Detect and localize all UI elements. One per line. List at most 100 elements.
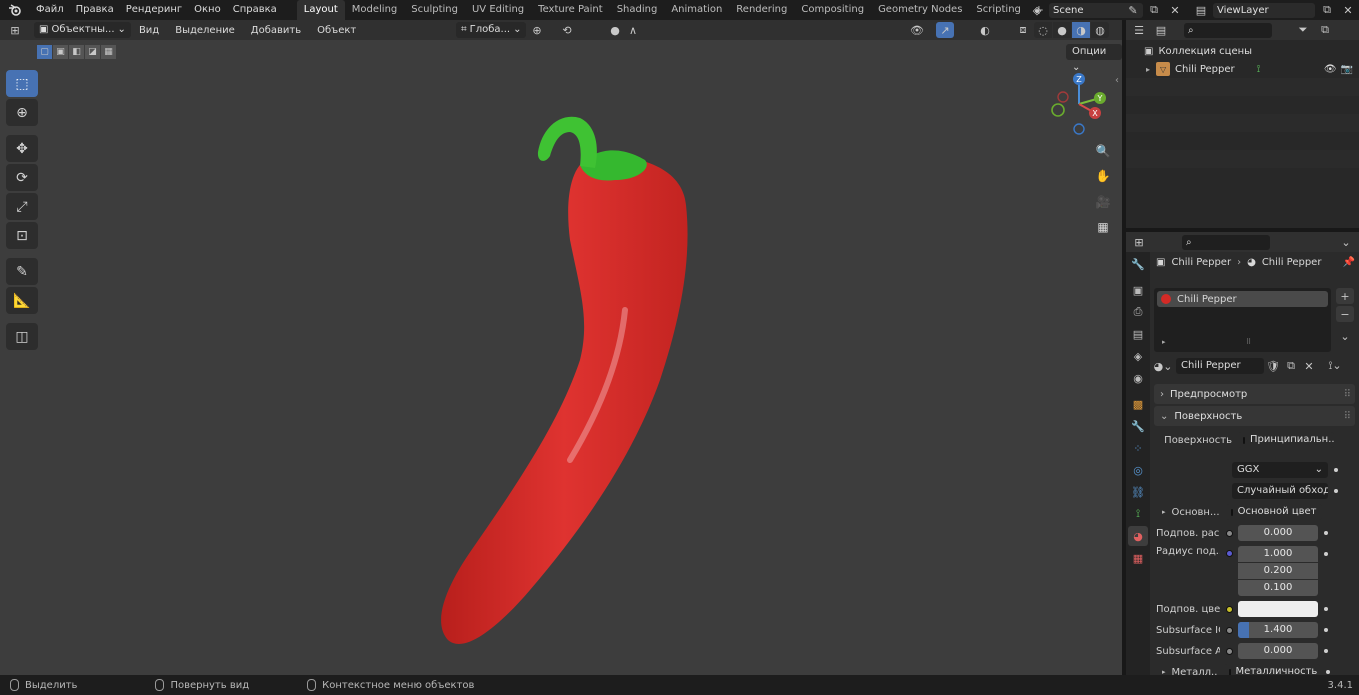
vector-socket-icon[interactable] (1226, 550, 1233, 557)
fake-user-icon[interactable]: 🛡 (1264, 358, 1282, 374)
expand-arrow-icon[interactable]: ▸ (1146, 65, 1150, 74)
scene-icon[interactable]: ◈ (1028, 2, 1046, 18)
material-tab-icon[interactable]: ◕ (1128, 526, 1148, 546)
drag-handle-icon[interactable]: ⠿ (1344, 411, 1351, 422)
cursor-icon[interactable]: ⊕ (6, 99, 38, 126)
tab-uv-editing[interactable]: UV Editing (465, 0, 531, 20)
pivot-icon[interactable]: ⊕ (528, 22, 546, 38)
value-socket-icon[interactable] (1226, 626, 1233, 634)
sidebar-toggle-icon[interactable]: ‹ (1115, 75, 1119, 86)
remove-slot-button[interactable]: − (1336, 306, 1354, 322)
filter-icon[interactable]: ⏷ (1294, 22, 1312, 38)
value-socket-icon[interactable] (1226, 529, 1233, 537)
falloff-icon[interactable]: ∧ (624, 22, 642, 38)
particles-tab-icon[interactable]: ⁘ (1128, 438, 1148, 458)
grid-ortho-icon[interactable]: ▦ (1092, 216, 1114, 238)
drag-handle-icon[interactable]: ⠿ (1344, 389, 1351, 400)
expand-arrow-icon[interactable]: ▸ (1162, 508, 1166, 516)
menu-help[interactable]: Справка (227, 0, 283, 20)
menu-edit[interactable]: Правка (70, 0, 120, 20)
chili-pepper-object[interactable] (420, 90, 710, 660)
pin-icon[interactable]: ✎ (1124, 2, 1142, 18)
rotate-icon[interactable]: ⟳ (6, 164, 38, 191)
outliner-search-input[interactable]: ⌕ (1184, 22, 1272, 38)
tab-texture-paint[interactable]: Texture Paint (531, 0, 610, 20)
gizmo-neg-x[interactable] (1057, 91, 1069, 103)
scene-tab-icon[interactable]: ◈ (1128, 346, 1148, 366)
gizmo-toggle-icon[interactable]: ↗ (936, 22, 954, 38)
menu-window[interactable]: Окно (188, 0, 227, 20)
editor-type-icon[interactable]: ⊞ (6, 22, 24, 38)
select-invert-icon[interactable]: ◪ (85, 45, 100, 59)
blender-logo-icon[interactable] (0, 0, 30, 20)
tab-compositing[interactable]: Compositing (794, 0, 871, 20)
zoom-icon[interactable]: 🔍 (1092, 140, 1114, 162)
measure-icon[interactable]: 📐 (6, 287, 38, 314)
rendered-shading-icon[interactable]: ◍ (1091, 22, 1109, 38)
view-layer-tab-icon[interactable]: ▤ (1128, 324, 1148, 344)
menu-view[interactable]: Вид (131, 25, 167, 36)
solid-shading-icon[interactable]: ● (1053, 22, 1071, 38)
delete-viewlayer-icon[interactable]: ✕ (1339, 2, 1357, 18)
gizmo-neg-z[interactable] (1073, 123, 1085, 135)
proportional-edit-icon[interactable]: ● (606, 22, 624, 38)
menu-file[interactable]: Файл (30, 0, 70, 20)
render-tab-icon[interactable]: ▣ (1128, 280, 1148, 300)
new-scene-icon[interactable]: ⧉ (1145, 2, 1163, 18)
tab-modeling[interactable]: Modeling (345, 0, 405, 20)
delete-scene-icon[interactable]: ✕ (1166, 2, 1184, 18)
keyframe-dot-icon[interactable] (1324, 628, 1328, 632)
output-tab-icon[interactable]: ⎙ (1128, 302, 1148, 322)
object-tab-icon[interactable]: ▩ (1128, 394, 1148, 414)
subsurface-color-swatch[interactable] (1238, 601, 1318, 617)
keyframe-dot-icon[interactable] (1324, 607, 1328, 611)
select-box-icon[interactable]: ⬚ (6, 70, 38, 97)
outliner-editor-icon[interactable]: ☰ (1130, 22, 1148, 38)
add-slot-button[interactable]: + (1336, 288, 1354, 304)
subsurface-method-dropdown[interactable]: Случайный обход⌄ (1232, 483, 1328, 499)
expand-arrow-icon[interactable]: ▸ (1162, 338, 1166, 346)
new-viewlayer-icon[interactable]: ⧉ (1318, 2, 1336, 18)
resize-handle-icon[interactable]: ⠿ (1246, 338, 1251, 346)
tab-layout[interactable]: Layout (296, 0, 345, 20)
menu-add[interactable]: Добавить (243, 25, 309, 36)
tab-animation[interactable]: Animation (664, 0, 729, 20)
move-icon[interactable]: ✥ (6, 135, 38, 162)
snap-icon[interactable]: ⟲ (558, 22, 576, 38)
menu-render[interactable]: Рендеринг (120, 0, 188, 20)
options-dropdown[interactable]: Опции ⌄ (1066, 44, 1122, 73)
display-mode-icon[interactable]: ▤ (1152, 22, 1170, 38)
material-name-field[interactable]: Chili Pepper (1176, 358, 1264, 374)
browse-material-icon[interactable]: ◕⌄ (1154, 358, 1173, 374)
chevron-down-icon[interactable]: ⌄ (1337, 234, 1355, 250)
navigation-gizmo[interactable]: Z Y X (1045, 70, 1113, 138)
subsurface-aniso-field[interactable]: 0.000 (1238, 643, 1318, 659)
radius-y-field[interactable]: 0.200 (1238, 563, 1318, 579)
camera-icon[interactable]: 📷 (1341, 64, 1353, 75)
color-socket-icon[interactable] (1226, 605, 1233, 613)
modifiers-tab-icon[interactable]: 🔧 (1128, 416, 1148, 436)
overlay-icon[interactable]: ◐ (976, 22, 994, 38)
select-new-icon[interactable]: ▢ (37, 45, 52, 59)
select-subtract-icon[interactable]: ◧ (69, 45, 84, 59)
wireframe-shading-icon[interactable]: ◌ (1034, 22, 1052, 38)
preview-panel-header[interactable]: › Предпросмотр ⠿ (1154, 384, 1355, 404)
viewlayer-field[interactable]: ViewLayer (1213, 2, 1315, 18)
tab-sculpting[interactable]: Sculpting (404, 0, 465, 20)
tab-shading[interactable]: Shading (610, 0, 665, 20)
subsurface-ior-field[interactable]: 1.400 (1238, 622, 1318, 638)
constraints-tab-icon[interactable]: ⛓ (1128, 482, 1148, 502)
material-shading-icon[interactable]: ◑ (1072, 22, 1090, 38)
keyframe-dot-icon[interactable] (1324, 531, 1328, 535)
texture-tab-icon[interactable]: ▦ (1128, 548, 1148, 568)
new-collection-icon[interactable]: ⧉ (1316, 22, 1334, 38)
viewlayer-icon[interactable]: ▤ (1192, 2, 1210, 18)
properties-editor-icon[interactable]: ⊞ (1130, 234, 1148, 250)
transform-orientation-dropdown[interactable]: ⌗ Глоба... ⌄ (456, 22, 527, 38)
keyframe-dot-icon[interactable] (1334, 489, 1338, 493)
pin-icon[interactable]: 📌 (1343, 257, 1355, 268)
transform-icon[interactable]: ⊡ (6, 222, 38, 249)
mode-dropdown[interactable]: ▣ Объектны... ⌄ (34, 22, 131, 38)
tab-geometry-nodes[interactable]: Geometry Nodes (871, 0, 969, 20)
xray-icon[interactable]: ⧈ (1014, 22, 1032, 38)
